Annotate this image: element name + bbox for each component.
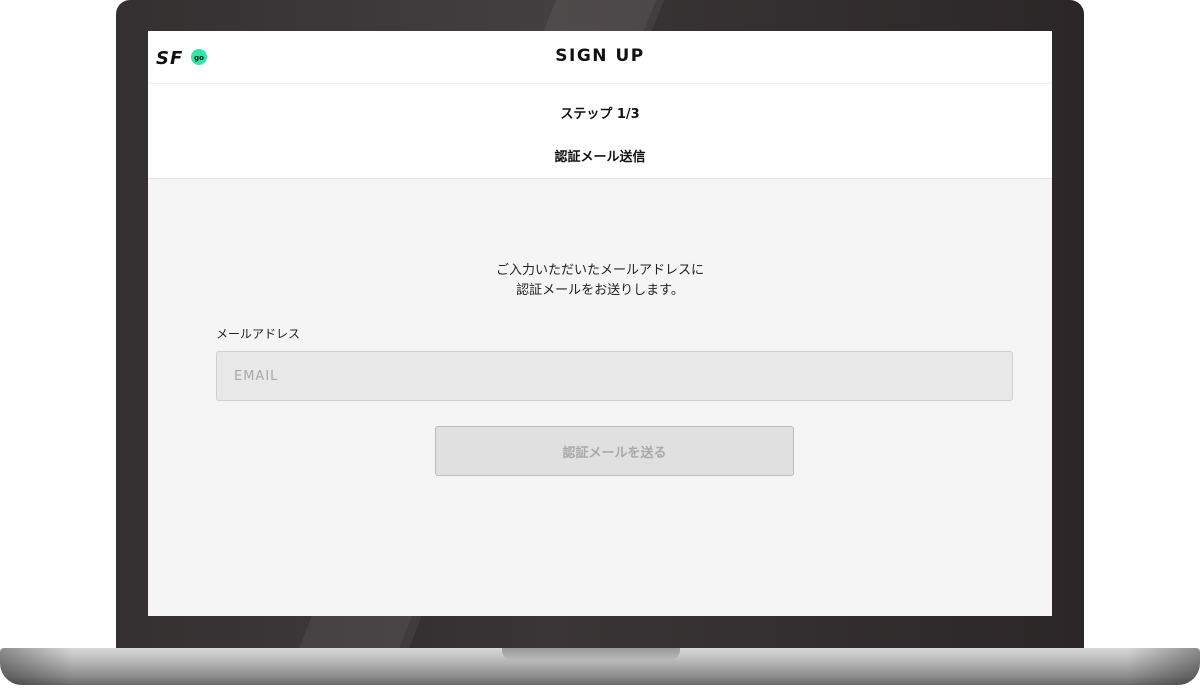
intro-line-1: ご入力いただいたメールアドレスに <box>495 263 704 278</box>
signup-form: ご入力いただいたメールアドレスに 認証メールをお送りします。 メールアドレス 認… <box>148 179 1052 616</box>
screen: SF go SIGN UP ステップ 1/3 認証メール送信 ご入力いただいたメ… <box>148 31 1052 616</box>
email-input[interactable] <box>216 351 1013 401</box>
step-title: 認証メール送信 <box>554 150 646 165</box>
laptop-mockup: SF go SIGN UP ステップ 1/3 認証メール送信 ご入力いただいたメ… <box>0 0 1200 690</box>
intro-line-2: 認証メールをお送りします。 <box>516 283 684 298</box>
intro-message: ご入力いただいたメールアドレスに 認証メールをお送りします。 <box>148 261 1052 301</box>
step-count: ステップ 1/3 <box>560 107 640 122</box>
email-label: メールアドレス <box>216 327 301 341</box>
step-indicator: ステップ 1/3 認証メール送信 <box>148 84 1052 179</box>
send-verification-email-button[interactable]: 認証メールを送る <box>435 426 794 476</box>
page-title: SIGN UP <box>555 46 645 66</box>
app-header: SF go SIGN UP <box>148 31 1052 84</box>
laptop-opening-notch <box>502 648 680 660</box>
